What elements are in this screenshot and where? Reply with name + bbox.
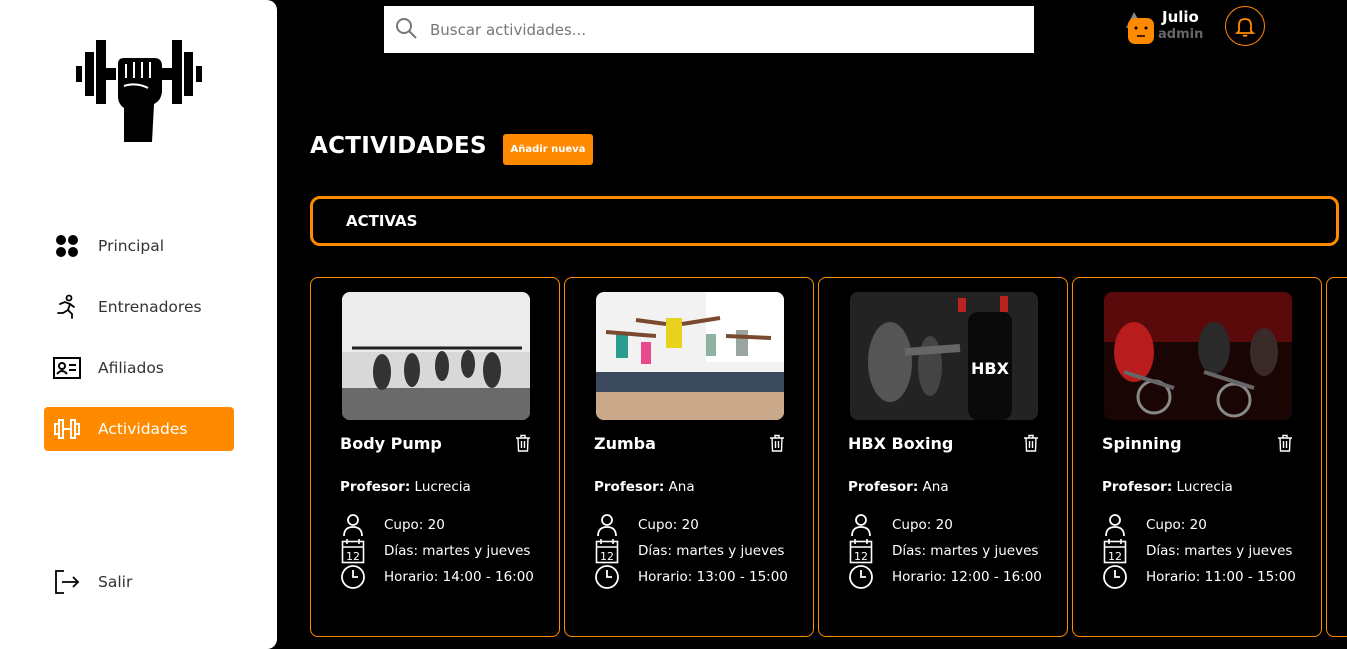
page-title: ACTIVIDADES — [310, 133, 487, 159]
trash-icon[interactable] — [769, 434, 785, 452]
schedule-row: Horario: 11:00 - 15:00 — [1102, 564, 1296, 590]
person-icon — [340, 512, 366, 538]
calendar-icon: 12 — [1102, 538, 1128, 564]
sidebar-item-label: Actividades — [98, 420, 188, 438]
calendar-icon: 12 — [594, 538, 620, 564]
activity-professor: Profesor: Lucrecia — [340, 479, 471, 495]
search-input[interactable] — [430, 20, 990, 39]
id-card-icon — [52, 353, 82, 383]
grid-icon — [52, 231, 82, 261]
notifications-button[interactable] — [1225, 6, 1265, 46]
activity-list: Body Pump Profesor: Lucrecia Cupo: 20 12… — [310, 277, 1347, 637]
sidebar-item-label: Entrenadores — [98, 298, 202, 316]
activity-professor: Profesor: Ana — [848, 479, 949, 495]
dumbbell-icon — [52, 414, 82, 444]
search-bar — [384, 6, 1034, 53]
trash-icon[interactable] — [1277, 434, 1293, 452]
sidebar-item-actividades[interactable]: Actividades — [44, 407, 234, 451]
activity-card[interactable]: Body Pump Profesor: Lucrecia Cupo: 20 12… — [310, 277, 560, 637]
avatar — [1126, 12, 1154, 44]
activity-professor: Profesor: Lucrecia — [1102, 479, 1233, 495]
sidebar-item-label: Principal — [98, 237, 165, 255]
schedule-row: Horario: 12:00 - 16:00 — [848, 564, 1042, 590]
svg-text:12: 12 — [1108, 550, 1122, 563]
activity-photo — [342, 292, 530, 420]
svg-text:12: 12 — [600, 550, 614, 563]
running-person-icon — [52, 292, 82, 322]
person-icon — [1102, 512, 1128, 538]
days-row: 12 Días: martes y jueves — [594, 538, 784, 564]
tab-activas[interactable]: ACTIVAS — [310, 196, 1339, 246]
sidebar-item-principal[interactable]: Principal — [44, 224, 234, 268]
activity-title: Zumba — [594, 434, 656, 453]
sidebar-item-salir[interactable]: Salir — [44, 560, 234, 604]
svg-text:HBX: HBX — [971, 359, 1010, 378]
bell-icon — [1234, 18, 1256, 37]
activity-title: Spinning — [1102, 434, 1182, 453]
schedule-row: Horario: 13:00 - 15:00 — [594, 564, 788, 590]
dumbbell-fist-logo — [76, 40, 202, 142]
activity-card[interactable] — [1326, 277, 1347, 637]
person-icon — [848, 512, 874, 538]
sidebar-item-label: Afiliados — [98, 359, 164, 377]
add-activity-button[interactable]: Añadir nueva — [503, 134, 593, 165]
user-name: Julio — [1162, 8, 1199, 26]
svg-text:12: 12 — [854, 550, 868, 563]
clock-icon — [848, 564, 874, 590]
activity-card[interactable]: Spinning Profesor: Lucrecia Cupo: 20 12 … — [1072, 277, 1322, 637]
activity-photo: HBX — [850, 292, 1038, 420]
sidebar-item-entrenadores[interactable]: Entrenadores — [44, 285, 234, 329]
days-row: 12 Días: martes y jueves — [340, 538, 530, 564]
schedule-row: Horario: 14:00 - 16:00 — [340, 564, 534, 590]
activity-photo — [596, 292, 784, 420]
sidebar-item-label: Salir — [98, 573, 133, 591]
activity-professor: Profesor: Ana — [594, 479, 695, 495]
person-icon — [594, 512, 620, 538]
user-role: admin — [1158, 27, 1204, 42]
clock-icon — [1102, 564, 1128, 590]
activity-title: HBX Boxing — [848, 434, 954, 453]
days-row: 12 Días: martes y jueves — [848, 538, 1038, 564]
trash-icon[interactable] — [515, 434, 531, 452]
sidebar: Principal Entrenadores Afiliados Activid… — [0, 0, 277, 649]
logout-icon — [52, 567, 82, 597]
clock-icon — [594, 564, 620, 590]
user-profile[interactable]: Julio admin — [1120, 6, 1220, 50]
activity-title: Body Pump — [340, 434, 442, 453]
capacity-row: Cupo: 20 — [340, 512, 445, 538]
sidebar-item-afiliados[interactable]: Afiliados — [44, 346, 234, 390]
activity-card[interactable]: Zumba Profesor: Ana Cupo: 20 12 Días: ma… — [564, 277, 814, 637]
activity-photo — [1104, 292, 1292, 420]
days-row: 12 Días: martes y jueves — [1102, 538, 1292, 564]
capacity-row: Cupo: 20 — [594, 512, 699, 538]
search-icon — [394, 16, 418, 44]
capacity-row: Cupo: 20 — [848, 512, 953, 538]
trash-icon[interactable] — [1023, 434, 1039, 452]
calendar-icon: 12 — [848, 538, 874, 564]
activity-card[interactable]: HBX HBX Boxing Profesor: Ana Cupo: 20 12… — [818, 277, 1068, 637]
calendar-icon: 12 — [340, 538, 366, 564]
svg-text:12: 12 — [346, 550, 360, 563]
tab-label: ACTIVAS — [346, 212, 418, 230]
clock-icon — [340, 564, 366, 590]
capacity-row: Cupo: 20 — [1102, 512, 1207, 538]
